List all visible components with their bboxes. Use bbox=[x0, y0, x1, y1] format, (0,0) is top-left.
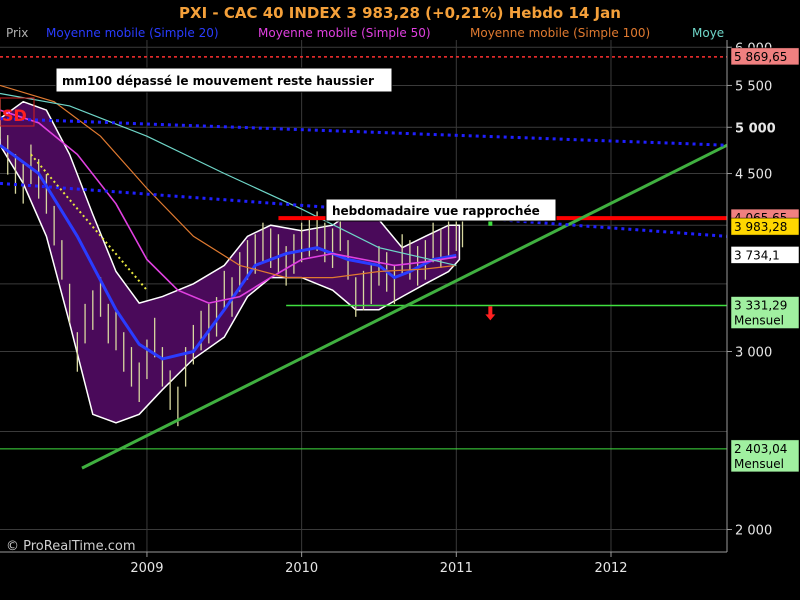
price-tag-sub-4: Mensuel bbox=[734, 314, 784, 328]
chart-title: PXI - CAC 40 INDEX 3 983,28 (+0,21%) Heb… bbox=[179, 4, 621, 22]
chart: PXI - CAC 40 INDEX 3 983,28 (+0,21%) Heb… bbox=[0, 0, 800, 600]
x-tick-label-3: 2012 bbox=[594, 561, 627, 576]
y-tick-label-4: 3 000 bbox=[735, 346, 772, 361]
credit: © ProRealTime.com bbox=[6, 539, 136, 554]
x-tick-label-0: 2009 bbox=[130, 561, 163, 576]
price-tag-label-3: 3 734,1 bbox=[734, 248, 780, 262]
price-tag-4: 3 331,29Mensuel bbox=[730, 296, 800, 329]
annotation-2-text: hebdomadaire vue rapprochée bbox=[332, 204, 540, 218]
price-tag-2: 3 983,28 bbox=[730, 217, 800, 236]
annotation-1: mm100 dépassé le mouvement reste haussie… bbox=[55, 67, 393, 93]
legend-ma100: Moyenne mobile (Simple 100) bbox=[470, 26, 650, 40]
price-tag-sub-5: Mensuel bbox=[734, 457, 784, 471]
price-tag-label-4: 3 331,29 bbox=[734, 299, 787, 313]
x-tick-label-2: 2011 bbox=[440, 561, 473, 576]
y-tick-label-1: 5 500 bbox=[735, 79, 772, 94]
annotation-1-text: mm100 dépassé le mouvement reste haussie… bbox=[62, 74, 374, 88]
price-tag-5: 2 403,04Mensuel bbox=[730, 439, 800, 473]
annotation-2: hebdomadaire vue rapprochée bbox=[325, 198, 557, 222]
x-tick-label-1: 2010 bbox=[285, 561, 318, 576]
price-tag-3: 3 734,1 bbox=[730, 246, 800, 264]
legend-ma50: Moyenne mobile (Simple 50) bbox=[258, 26, 431, 40]
y-tick-label-5: 2 000 bbox=[735, 523, 772, 538]
price-tag-label-2: 3 983,28 bbox=[734, 220, 787, 234]
legend: Prix Moyenne mobile (Simple 20) Moyenne … bbox=[6, 26, 724, 40]
legend-prix: Prix bbox=[6, 26, 28, 40]
legend-ma20: Moyenne mobile (Simple 20) bbox=[46, 26, 219, 40]
y-tick-label-2: 5 000 bbox=[735, 121, 776, 136]
price-tag-0: 5 869,65 bbox=[730, 47, 800, 66]
legend-other: Moye bbox=[692, 26, 724, 40]
y-tick-label-3: 4 500 bbox=[735, 168, 772, 183]
sd-badge-text: SD bbox=[2, 106, 27, 125]
price-tag-label-0: 5 869,65 bbox=[734, 50, 787, 64]
price-tag-label-5: 2 403,04 bbox=[734, 442, 787, 456]
